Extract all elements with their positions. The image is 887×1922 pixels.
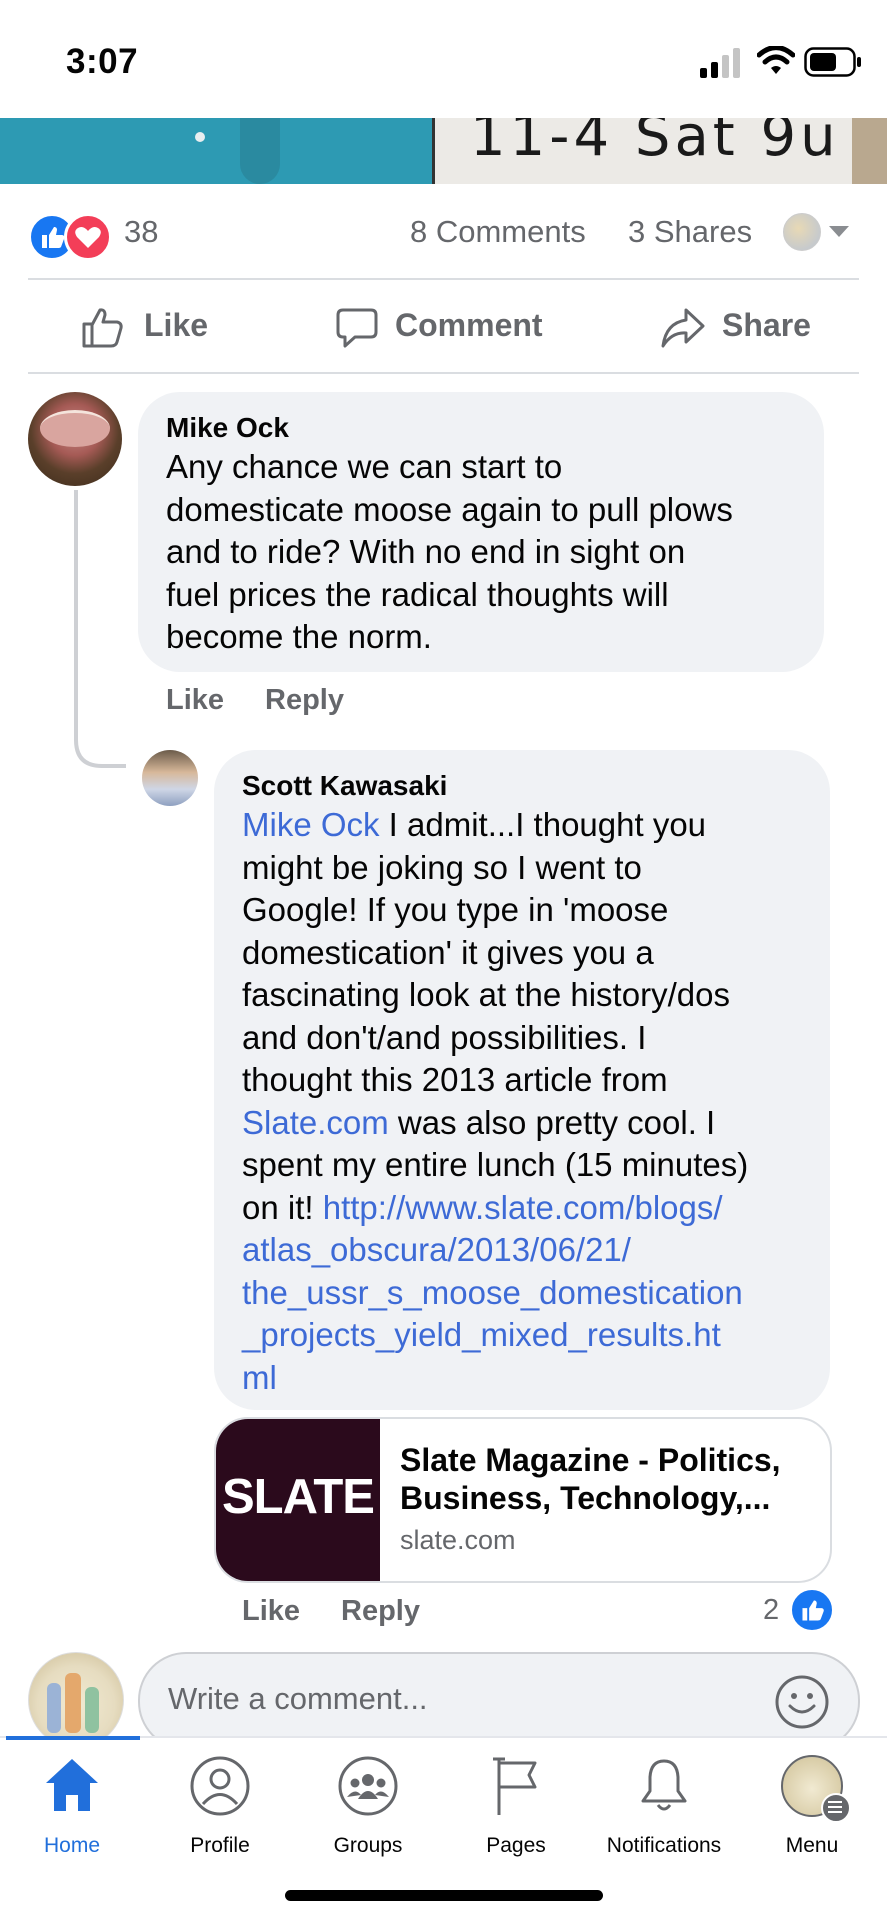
nav-home[interactable] <box>0 1755 146 1820</box>
reply-like-count[interactable]: 2 <box>763 1594 779 1627</box>
comment-author[interactable]: Mike Ock <box>166 412 289 444</box>
my-avatar[interactable] <box>28 1652 124 1748</box>
post-image[interactable]: 11-4 Sat 9u <box>0 118 887 184</box>
share-label: Share <box>722 307 811 343</box>
reply-text: Mike Ock I admit...I thought you might b… <box>242 804 832 1399</box>
slate-link[interactable]: Slate.com <box>242 1104 389 1141</box>
comment-label: Comment <box>395 307 543 343</box>
nav-profile[interactable] <box>146 1755 294 1822</box>
thread-line <box>74 490 126 768</box>
reply-line: fascinating look at the history/dos <box>242 976 730 1013</box>
reply-line: domestication' it gives you a <box>242 933 654 971</box>
emoji-icon[interactable] <box>774 1674 830 1730</box>
comment-line: become the norm. <box>166 618 432 655</box>
reaction-count[interactable]: 38 <box>124 214 158 250</box>
comment-reply-button[interactable]: Reply <box>265 684 344 717</box>
comment-line: and to ride? With no end in sight on <box>166 533 686 570</box>
nav-menu-label: Menu <box>785 1834 839 1857</box>
reply-line: and don't/and possibilities. I <box>242 1018 647 1056</box>
nav-home-label: Home <box>43 1834 101 1857</box>
mike-ock-avatar[interactable] <box>28 392 122 486</box>
menu-avatar-icon <box>781 1755 851 1823</box>
status-time: 3:07 <box>66 42 139 81</box>
preview-domain: slate.com <box>400 1525 516 1555</box>
nav-menu[interactable] <box>738 1755 886 1823</box>
reply-line: thought this 2013 article from <box>242 1061 668 1098</box>
comment-icon <box>336 308 378 348</box>
reply-line: Google! If you type in 'moose <box>242 891 669 928</box>
share-icon <box>661 308 705 348</box>
signal-icon <box>700 48 740 78</box>
nav-profile-label: Profile <box>190 1834 250 1857</box>
url-link[interactable]: http://www.slate.com/blogs/ <box>323 1189 723 1226</box>
link-preview-card[interactable]: SLATE Slate Magazine - Politics, Busines… <box>214 1417 832 1583</box>
nav-groups-label: Groups <box>333 1834 403 1857</box>
like-button[interactable]: Like <box>80 302 230 350</box>
status-bar: 3:07 <box>0 0 887 118</box>
url-link[interactable]: atlas_obscura/2013/06/21/ <box>242 1229 832 1272</box>
url-link[interactable]: _projects_yield_mixed_results.ht <box>242 1314 832 1357</box>
comment-line: domesticate moose again to pull plows <box>166 490 733 528</box>
comment-line: fuel prices the radical thoughts will <box>166 575 669 613</box>
comment-bubble[interactable]: Mike Ock Any chance we can start to dome… <box>138 392 824 672</box>
divider <box>28 278 859 280</box>
battery-icon <box>804 47 861 77</box>
nav-groups[interactable] <box>294 1755 442 1822</box>
reply-line: spent my entire lunch (15 minutes) <box>242 1146 749 1183</box>
comments-count[interactable]: 8 Comments <box>410 214 586 250</box>
comment-button[interactable]: Comment <box>335 302 565 350</box>
active-tab-indicator <box>6 1736 140 1740</box>
reply-author[interactable]: Scott Kawasaki <box>242 770 447 802</box>
reply-line: might be joking so I went to <box>242 848 642 886</box>
wifi-icon <box>757 46 795 74</box>
profile-icon <box>190 1756 250 1816</box>
divider <box>28 372 859 374</box>
share-button[interactable]: Share <box>660 302 820 350</box>
reply-like-button[interactable]: Like <box>242 1595 300 1628</box>
comment-line: Any chance we can start to <box>166 448 563 485</box>
scott-kawasaki-avatar[interactable] <box>142 750 198 806</box>
url-link[interactable]: ml <box>242 1357 832 1400</box>
nav-notifications-label: Notifications <box>606 1834 722 1857</box>
mention-link[interactable]: Mike Ock <box>242 806 380 843</box>
like-label: Like <box>144 307 209 343</box>
flag-icon <box>493 1757 537 1815</box>
comment-text: Any chance we can start to domesticate m… <box>166 446 816 659</box>
chevron-down-icon[interactable] <box>827 224 851 240</box>
url-link[interactable]: the_ussr_s_moose_domestication <box>242 1272 832 1315</box>
thumbs-up-icon <box>82 308 123 348</box>
plate-text: 11-4 Sat 9u <box>470 118 840 169</box>
home-icon <box>46 1759 98 1811</box>
slate-logo: SLATE <box>216 1419 380 1581</box>
shares-count[interactable]: 3 Shares <box>628 214 752 250</box>
comment-input-placeholder: Write a comment... <box>168 1681 428 1716</box>
love-reaction-icon <box>64 213 112 261</box>
reply-reply-button[interactable]: Reply <box>341 1595 420 1628</box>
home-indicator <box>285 1890 603 1901</box>
viewer-avatar[interactable] <box>783 213 821 251</box>
comment-like-button[interactable]: Like <box>166 684 224 717</box>
nav-notifications[interactable] <box>590 1755 738 1822</box>
nav-pages-label: Pages <box>486 1834 546 1857</box>
preview-title: Slate Magazine - Politics, Business, Tec… <box>400 1442 781 1516</box>
groups-icon <box>338 1756 398 1816</box>
reply-bubble[interactable]: Scott Kawasaki Mike Ock I admit...I thou… <box>214 750 830 1410</box>
bell-icon <box>641 1759 687 1811</box>
nav-pages[interactable] <box>442 1755 590 1822</box>
like-count-icon <box>790 1588 834 1632</box>
